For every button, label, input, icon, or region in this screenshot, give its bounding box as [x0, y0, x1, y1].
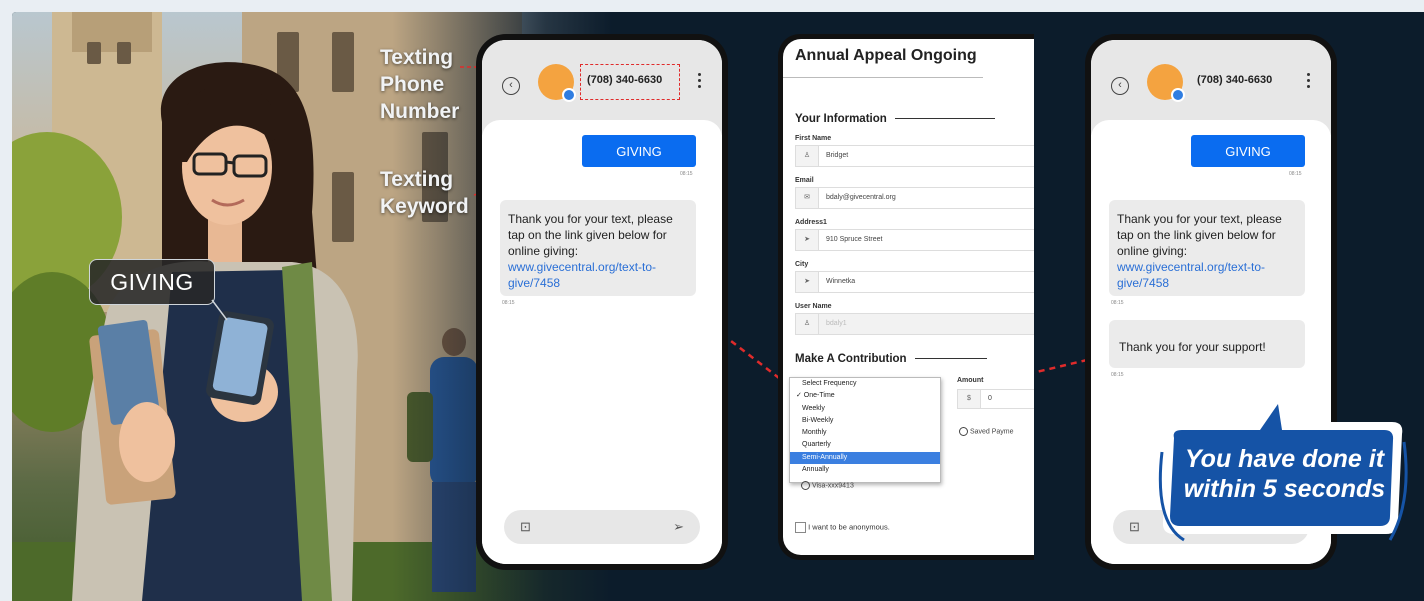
- location-icon: ➤: [796, 230, 819, 250]
- field-label: Email: [795, 177, 814, 184]
- dropdown-option[interactable]: Select Frequency: [790, 378, 940, 390]
- field-value: Bridget: [826, 152, 849, 159]
- address-field[interactable]: ➤ 910 Spruce Street: [795, 229, 1034, 251]
- incoming-message: Thank you for your text, please tap on t…: [500, 200, 696, 296]
- connector-form-to-thanks: [1027, 358, 1088, 376]
- message-timestamp: 08:15: [502, 300, 515, 306]
- phone-sms-reply: ‹ (708) 340-6630 GIVING 08:15 Thank you …: [476, 34, 728, 570]
- back-arrow-icon[interactable]: ‹: [1111, 77, 1129, 95]
- message-timestamp: 08:15: [680, 171, 693, 177]
- message-line: online giving:: [508, 244, 579, 258]
- option-label: Saved Payme: [969, 428, 1014, 436]
- currency-symbol: $: [958, 390, 981, 408]
- message-line: online giving:: [1117, 244, 1188, 258]
- verified-badge-icon: [562, 88, 576, 102]
- radio-icon: [959, 427, 968, 436]
- thank-you-message: Thank you for your support!: [1109, 320, 1305, 368]
- send-icon[interactable]: ➢: [673, 519, 684, 535]
- outgoing-message: GIVING: [1191, 135, 1305, 167]
- message-line: Thank you for your text, please: [508, 212, 673, 226]
- field-value: Winnetka: [826, 278, 856, 285]
- message-timestamp: 08:15: [1111, 372, 1124, 378]
- message-timestamp: 08:15: [1289, 171, 1302, 177]
- form-screen: Annual Appeal Ongoing Your Information F…: [783, 39, 1034, 555]
- back-arrow-icon[interactable]: ‹: [502, 77, 520, 95]
- dropdown-option[interactable]: Bi-Weekly: [790, 415, 940, 427]
- giving-link[interactable]: www.givecentral.org/text-to-give/7458: [1117, 260, 1265, 290]
- message-composer[interactable]: ⊡ ➢: [504, 510, 700, 544]
- dropdown-option[interactable]: Annually: [790, 464, 940, 476]
- radio-icon: [801, 481, 810, 490]
- field-label: User Name: [795, 303, 832, 310]
- dropdown-option[interactable]: Monthly: [790, 427, 940, 439]
- user-icon: ♙: [796, 314, 819, 334]
- badge-text: You have done it within 5 seconds: [1162, 444, 1407, 504]
- divider: [783, 77, 983, 78]
- badge-line: within 5 seconds: [1183, 475, 1386, 503]
- avatar: [538, 64, 576, 102]
- attach-icon[interactable]: ⊡: [1129, 519, 1140, 535]
- more-options-icon[interactable]: [698, 70, 702, 91]
- message-line: tap on the link given below for: [1117, 228, 1276, 242]
- section-title: Make A Contribution: [795, 353, 907, 365]
- section-your-information: Your Information: [795, 113, 995, 125]
- hero-graphic: Texting Phone Number Texting Keyword GIV…: [12, 12, 1424, 601]
- anonymous-checkbox[interactable]: I want to be anonymous.: [795, 522, 890, 533]
- dropdown-option-selected[interactable]: ✓ One-Time: [790, 390, 940, 402]
- username-field: ♙ bdaly1: [795, 313, 1034, 335]
- incoming-message: Thank you for your text, please tap on t…: [1109, 200, 1305, 296]
- first-name-field[interactable]: ♙ Bridget: [795, 145, 1034, 167]
- checkbox-icon[interactable]: [795, 522, 806, 533]
- field-label: City: [795, 261, 809, 268]
- message-line: Thank you for your text, please: [1117, 212, 1282, 226]
- email-field[interactable]: ✉ bdaly@givecentral.org: [795, 187, 1034, 209]
- field-value: bdaly1: [826, 320, 847, 327]
- card-label: Visa-xxx9413: [811, 482, 854, 490]
- field-value: bdaly@givecentral.org: [826, 194, 896, 201]
- avatar: [1147, 64, 1185, 102]
- dropdown-option[interactable]: Weekly: [790, 403, 940, 415]
- section-title: Your Information: [795, 113, 887, 125]
- phone-screen: ‹ (708) 340-6630 GIVING 08:15 Thank you …: [482, 40, 722, 564]
- saved-payment-option[interactable]: Saved Payme: [959, 427, 1014, 436]
- phone-donation-form: Annual Appeal Ongoing Your Information F…: [778, 34, 1034, 560]
- attach-icon[interactable]: ⊡: [520, 519, 531, 535]
- phone-number: (708) 340-6630: [1197, 74, 1273, 86]
- checkbox-label: I want to be anonymous.: [808, 522, 890, 532]
- frequency-dropdown[interactable]: Select Frequency ✓ One-Time Weekly Bi-We…: [789, 377, 941, 483]
- dropdown-option-hover[interactable]: Semi-Annually: [790, 451, 940, 465]
- amount-field[interactable]: $0: [957, 389, 1034, 409]
- phone-number: (708) 340-6630: [587, 74, 663, 86]
- card-option[interactable]: Visa-xxx9413: [801, 481, 854, 490]
- field-label: First Name: [795, 135, 832, 142]
- message-timestamp: 08:15: [1111, 300, 1124, 306]
- amount-label: Amount: [957, 377, 984, 384]
- user-icon: ♙: [796, 146, 819, 166]
- more-options-icon[interactable]: [1307, 70, 1311, 91]
- section-make-contribution: Make A Contribution: [795, 353, 987, 365]
- city-field[interactable]: ➤ Winnetka: [795, 271, 1034, 293]
- location-icon: ➤: [796, 272, 819, 292]
- mail-icon: ✉: [796, 188, 819, 208]
- verified-badge-icon: [1171, 88, 1185, 102]
- field-label: Address1: [795, 219, 827, 226]
- amount-value: 0: [988, 395, 992, 402]
- outgoing-message: GIVING: [582, 135, 696, 167]
- bubble-pointer: [211, 299, 228, 321]
- form-title: Annual Appeal Ongoing: [795, 47, 977, 64]
- giving-link[interactable]: www.givecentral.org/text-to-give/7458: [508, 260, 656, 290]
- message-thread: GIVING 08:15 Thank you for your text, pl…: [482, 120, 722, 564]
- dropdown-option[interactable]: Quarterly: [790, 439, 940, 451]
- message-line: tap on the link given below for: [508, 228, 667, 242]
- field-value: 910 Spruce Street: [826, 236, 883, 243]
- badge-line: You have done it: [1184, 445, 1385, 473]
